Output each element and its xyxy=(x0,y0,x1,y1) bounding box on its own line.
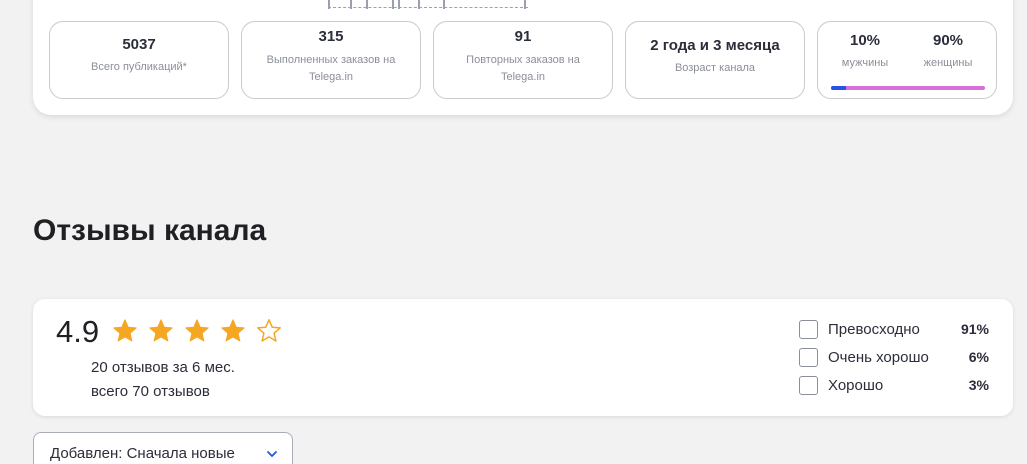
filter-percent: 3% xyxy=(968,377,989,393)
filter-checkbox[interactable] xyxy=(799,376,818,395)
gender-ratio-bar xyxy=(831,86,985,90)
stat-repeat-orders: 91 Повторных заказов на Telega.in xyxy=(433,21,613,99)
gender-male: 10% мужчины xyxy=(830,32,900,72)
rating-filter-very-good[interactable]: Очень хорошо 6% xyxy=(799,347,989,369)
filter-label: Очень хорошо xyxy=(828,349,929,366)
stat-value: 5037 xyxy=(122,36,156,53)
sort-dropdown-value: Добавлен: Сначала новые xyxy=(50,445,235,462)
stat-label: Выполненных заказов на xyxy=(266,54,396,66)
stat-label: Telega.in xyxy=(308,71,354,83)
reviews-count-period: 20 отзывов за 6 мес. xyxy=(91,359,235,376)
sort-dropdown[interactable]: Добавлен: Сначала новые xyxy=(33,432,293,464)
stat-label: Всего публикаций* xyxy=(91,61,187,73)
female-percent: 90% xyxy=(932,32,964,49)
activity-chart-remnant xyxy=(328,0,528,9)
stat-completed-orders: 315 Выполненных заказов на Telega.in xyxy=(241,21,421,99)
stat-label: Повторных заказов на xyxy=(466,54,580,66)
filter-checkbox[interactable] xyxy=(799,348,818,367)
female-label: женщины xyxy=(923,57,973,69)
male-percent: 10% xyxy=(849,32,881,49)
rating-filter-excellent[interactable]: Превосходно 91% xyxy=(799,319,989,341)
stat-value: 315 xyxy=(318,28,344,45)
stat-label: Возраст канала xyxy=(674,62,756,74)
gender-ratio-male-fill xyxy=(831,86,847,90)
stat-channel-age: 2 года и 3 месяца Возраст канала xyxy=(625,21,805,99)
chevron-down-icon xyxy=(267,451,277,457)
filter-percent: 6% xyxy=(968,349,989,365)
stat-total-posts: 5037 Всего публикаций* xyxy=(49,21,229,99)
filter-percent: 91% xyxy=(960,321,989,337)
star-filled-icon xyxy=(113,319,137,342)
stat-label: Telega.in xyxy=(500,71,546,83)
star-filled-icon xyxy=(185,319,209,342)
stat-value: 91 xyxy=(514,28,532,45)
filter-checkbox[interactable] xyxy=(799,320,818,339)
gender-female: 90% женщины xyxy=(913,32,983,72)
star-empty-icon xyxy=(257,319,281,342)
male-label: мужчины xyxy=(841,57,889,69)
star-filled-icon xyxy=(221,319,245,342)
rating-filter-good[interactable]: Хорошо 3% xyxy=(799,375,989,397)
rating-value: 4.9 xyxy=(56,314,100,349)
gender-stats: 10% мужчины 90% женщины xyxy=(817,21,997,99)
channel-stats-card: 5037 Всего публикаций* 315 Выполненных з… xyxy=(33,0,1013,115)
reviews-section-title: Отзывы канала xyxy=(33,214,267,247)
filter-label: Хорошо xyxy=(828,377,884,394)
reviews-summary-card: 4.9 20 отзывов за 6 мес. всего 70 отзыво… xyxy=(33,299,1013,416)
reviews-count-total: всего 70 отзывов xyxy=(91,383,210,400)
star-filled-icon xyxy=(149,319,173,342)
stat-value: 2 года и 3 месяца xyxy=(650,37,780,54)
filter-label: Превосходно xyxy=(828,321,920,338)
